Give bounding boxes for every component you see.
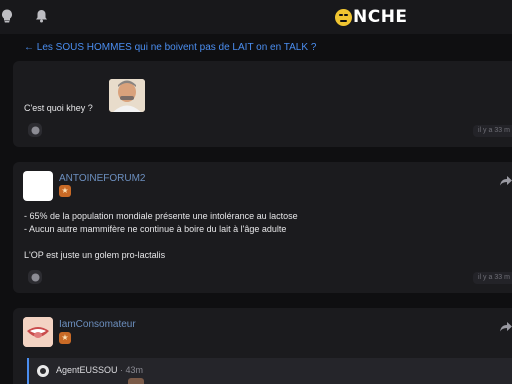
rank-badge-icon: ★ bbox=[59, 332, 71, 344]
post-card: C'est quoi khey ? il y a 33 m bbox=[13, 61, 512, 147]
post-card: ANTOINEFORUM2 ★ - 65% de la population m… bbox=[13, 162, 512, 293]
post-text: C'est quoi khey ? bbox=[24, 103, 93, 113]
quote-author[interactable]: AgentEUSSOU · 43m bbox=[56, 365, 143, 375]
post-text-line: - Aucun autre mammifère ne continue à bo… bbox=[24, 224, 287, 234]
smiley-reaction-icon bbox=[31, 126, 39, 134]
bell-icon[interactable] bbox=[34, 8, 48, 24]
post-text-line: - 65% de la population mondiale présente… bbox=[24, 211, 298, 221]
share-icon[interactable] bbox=[500, 319, 512, 337]
quote-image-preview bbox=[128, 378, 144, 384]
author-avatar[interactable] bbox=[23, 317, 53, 347]
breadcrumb: ← Les SOUS HOMMES qui ne boivent pas de … bbox=[0, 34, 512, 60]
quoted-message[interactable]: AgentEUSSOU · 43m bbox=[27, 358, 512, 384]
site-logo[interactable]: NCHE bbox=[335, 6, 408, 28]
sticker-image bbox=[109, 79, 145, 112]
author-name[interactable]: IamConsomateur bbox=[59, 319, 136, 330]
share-icon[interactable] bbox=[500, 173, 512, 191]
author-name[interactable]: ANTOINEFORUM2 bbox=[59, 173, 146, 184]
top-bar: NCHE bbox=[0, 0, 512, 34]
topic-back-link[interactable]: ← Les SOUS HOMMES qui ne boivent pas de … bbox=[24, 42, 316, 53]
topic-title: Les SOUS HOMMES qui ne boivent pas de LA… bbox=[36, 42, 317, 53]
lightbulb-icon[interactable] bbox=[0, 8, 14, 24]
post-timestamp: il y a 33 m bbox=[473, 125, 512, 137]
post-timestamp: il y a 33 m bbox=[473, 272, 512, 284]
reaction-button[interactable] bbox=[28, 270, 42, 284]
back-arrow-icon: ← bbox=[24, 42, 34, 53]
logo-text: NCHE bbox=[353, 7, 408, 27]
smiley-reaction-icon bbox=[31, 273, 39, 281]
quote-time: · 43m bbox=[120, 365, 144, 375]
quote-author-avatar bbox=[37, 365, 49, 377]
smiley-logo-icon bbox=[335, 8, 352, 26]
author-avatar[interactable] bbox=[23, 171, 53, 201]
reaction-button[interactable] bbox=[28, 123, 42, 137]
quote-author-name: AgentEUSSOU bbox=[56, 365, 118, 375]
rank-badge-icon: ★ bbox=[59, 185, 71, 197]
post-text-line: L'OP est juste un golem pro-lactalis bbox=[24, 250, 166, 260]
